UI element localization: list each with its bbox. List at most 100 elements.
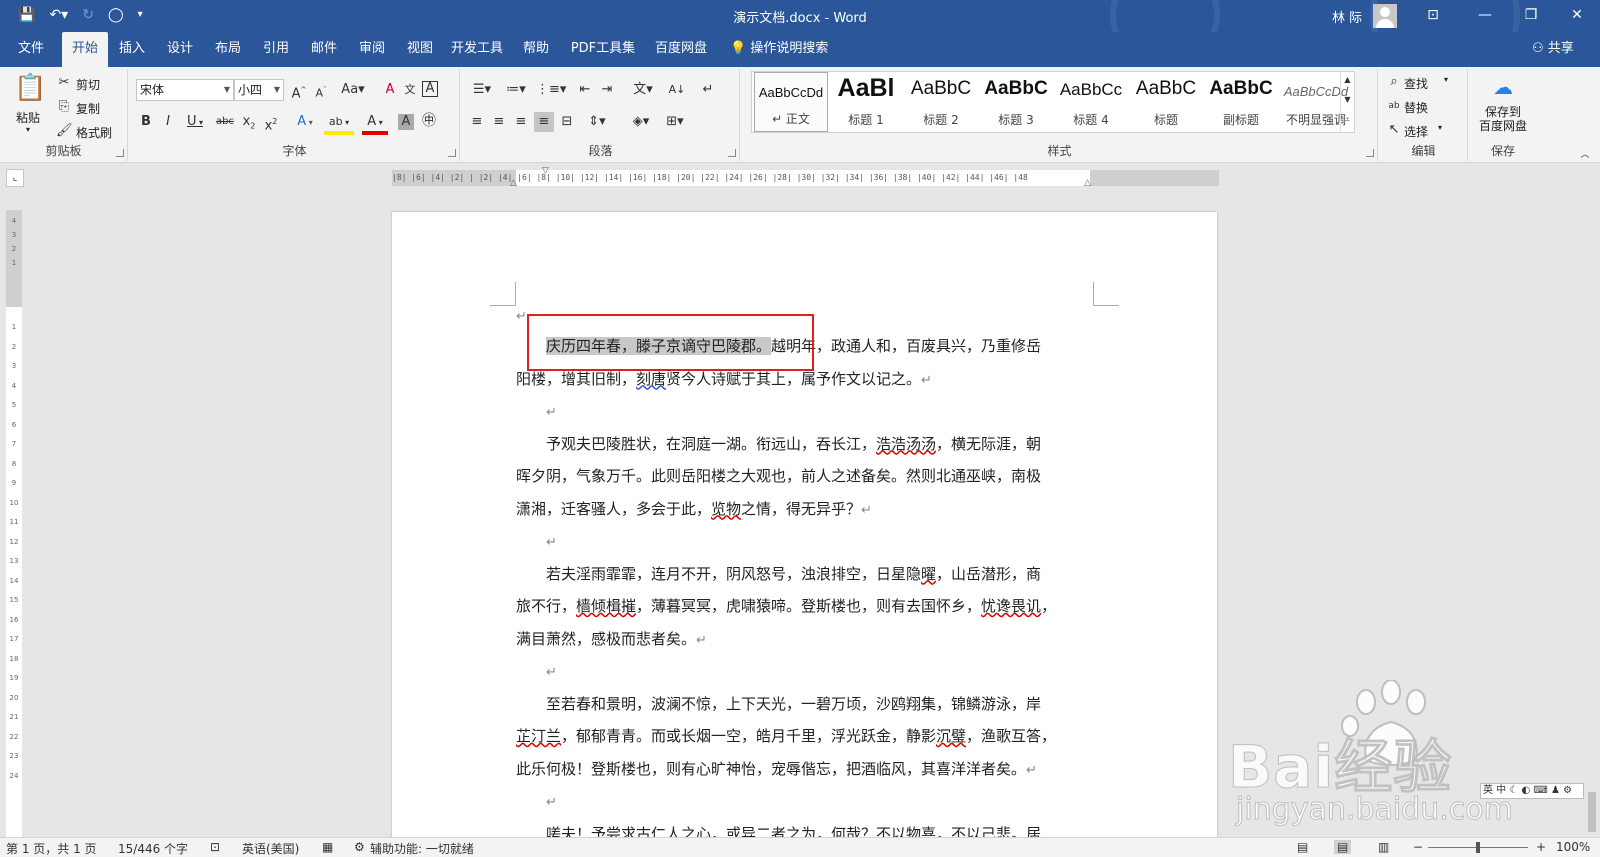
multilevel-list-icon[interactable]: ⋮≡▾: [536, 82, 566, 98]
copy-button[interactable]: 复制: [76, 100, 100, 117]
paste-dropdown-icon[interactable]: ▾: [26, 125, 30, 134]
increase-indent-icon[interactable]: ⇥: [598, 82, 616, 98]
superscript-icon[interactable]: x2: [262, 114, 280, 134]
style-heading-3[interactable]: AaBbC 标题 3: [979, 72, 1053, 132]
spelling-flagged-text[interactable]: 忧谗畏讥: [981, 597, 1041, 615]
zoom-slider-thumb[interactable]: [1476, 842, 1480, 853]
character-border-icon[interactable]: A: [422, 81, 438, 97]
grammar-flagged-text[interactable]: 刻唐: [636, 370, 666, 388]
tab-view[interactable]: 视图: [398, 32, 442, 67]
style-heading-2[interactable]: AaBbC 标题 2: [904, 72, 978, 132]
change-case-icon[interactable]: Aa▾: [340, 82, 366, 98]
clipboard-launcher-icon[interactable]: [116, 149, 124, 157]
tab-references[interactable]: 引用: [254, 32, 298, 67]
show-formatting-icon[interactable]: ↵: [700, 82, 716, 98]
paragraph[interactable]: 若夫淫雨霏霏，连月不开，阴风怒号，浊浪排空，日星隐曜，山岳潜形，商 旅不行，樯倾…: [516, 558, 1098, 688]
tab-home[interactable]: 开始: [62, 32, 108, 67]
ime-toolbar[interactable]: 英 中 ☾ ◐ ⌨ ♟ ⚙: [1480, 783, 1584, 799]
vertical-scrollbar[interactable]: [1584, 192, 1600, 836]
highlight-color-icon[interactable]: ab ▾: [324, 114, 354, 135]
paragraph[interactable]: 至若春和景明，波澜不惊，上下天光，一碧万顷，沙鸥翔集，锦鳞游泳，岸 芷汀兰，郁郁…: [516, 688, 1098, 818]
numbering-icon[interactable]: ≔▾: [502, 82, 530, 98]
gallery-scroll-up-icon[interactable]: ▲: [1340, 72, 1354, 92]
character-shading-icon[interactable]: A: [398, 114, 414, 130]
print-layout-icon[interactable]: ▤: [1334, 840, 1352, 854]
font-name-combo[interactable]: 宋体 ▼: [136, 79, 234, 101]
close-icon[interactable]: ✕: [1554, 0, 1600, 32]
line-spacing-icon[interactable]: ⇕▾: [584, 114, 610, 130]
vertical-ruler[interactable]: 4 3 2 1 1 2 3 4 5 6 7 8 9 10 11 12 13 14…: [6, 210, 22, 840]
proofing-icon[interactable]: ⊡: [210, 840, 220, 854]
paste-icon[interactable]: 📋: [14, 73, 46, 103]
style-subtitle[interactable]: AaBbC 副标题: [1204, 72, 1278, 132]
paragraph-launcher-icon[interactable]: [728, 149, 736, 157]
cut-button[interactable]: 剪切: [76, 76, 100, 93]
accessibility-status[interactable]: 辅助功能: 一切就绪: [370, 840, 474, 857]
find-button[interactable]: 查找: [1404, 75, 1428, 92]
align-left-icon[interactable]: ≡: [468, 114, 486, 130]
first-line-indent-marker[interactable]: ▽: [542, 166, 549, 176]
text-effects-icon[interactable]: A ▾: [292, 114, 318, 131]
format-painter-button[interactable]: 格式刷: [76, 124, 112, 141]
spelling-flagged-text[interactable]: 曜: [921, 565, 936, 583]
zoom-out-icon[interactable]: −: [1413, 840, 1423, 854]
read-mode-icon[interactable]: ▤: [1297, 840, 1308, 854]
spelling-flagged-text[interactable]: 览物: [711, 500, 741, 518]
left-indent-marker[interactable]: △: [510, 178, 517, 188]
ribbon-display-options-icon[interactable]: ⊡: [1410, 0, 1456, 32]
bullets-icon[interactable]: ☰▾: [468, 82, 496, 98]
page-count[interactable]: 第 1 页，共 1 页: [6, 840, 97, 857]
document-page[interactable]: ↵ 庆历四年春，滕子京谪守巴陵郡。越明年，政通人和，百废具兴，乃重修岳 阳楼，增…: [392, 212, 1217, 852]
enclose-characters-icon[interactable]: ㊥: [420, 113, 438, 129]
phonetic-guide-icon[interactable]: 文: [402, 82, 418, 98]
font-launcher-icon[interactable]: [448, 149, 456, 157]
tab-developer[interactable]: 开发工具: [446, 32, 508, 67]
style-title[interactable]: AaBbC 标题: [1129, 72, 1203, 132]
replace-button[interactable]: 替换: [1404, 99, 1428, 116]
spelling-flagged-text[interactable]: 浩浩汤汤: [876, 435, 936, 453]
tab-mailings[interactable]: 邮件: [302, 32, 346, 67]
style-heading-4[interactable]: AaBbCc 标题 4: [1054, 72, 1128, 132]
spelling-flagged-text[interactable]: 樯倾楫摧: [576, 597, 636, 615]
font-color-icon[interactable]: A ▾: [362, 114, 388, 135]
right-indent-marker[interactable]: △: [1084, 178, 1091, 188]
spelling-flagged-text[interactable]: 沉璧: [936, 727, 966, 745]
bold-icon[interactable]: B: [138, 114, 154, 130]
tab-selector-icon[interactable]: ⌞: [6, 169, 24, 187]
zoom-level[interactable]: 100%: [1556, 840, 1590, 854]
tab-layout[interactable]: 布局: [206, 32, 250, 67]
italic-icon[interactable]: I: [160, 114, 176, 130]
tab-insert[interactable]: 插入: [110, 32, 154, 67]
gallery-scroll-down-icon[interactable]: ▼: [1340, 92, 1354, 112]
distributed-icon[interactable]: ⊟: [558, 114, 576, 130]
word-count[interactable]: 15/446 个字: [118, 840, 188, 857]
tab-pdf-tools[interactable]: PDF工具集: [566, 32, 640, 67]
spelling-flagged-text[interactable]: 芷汀兰: [516, 727, 561, 745]
decrease-indent-icon[interactable]: ⇤: [576, 82, 594, 98]
minimize-icon[interactable]: —: [1462, 0, 1508, 32]
share-button[interactable]: ⚇ 共享: [1532, 32, 1574, 67]
strikethrough-icon[interactable]: abc: [214, 114, 236, 130]
style-heading-1[interactable]: AaBl 标题 1: [829, 72, 903, 132]
select-dropdown-icon[interactable]: ▾: [1438, 123, 1442, 132]
accessibility-icon[interactable]: ⚙: [354, 840, 365, 854]
find-dropdown-icon[interactable]: ▾: [1444, 75, 1448, 84]
tab-design[interactable]: 设计: [158, 32, 202, 67]
select-button[interactable]: 选择: [1404, 123, 1428, 140]
avatar[interactable]: [1373, 4, 1397, 28]
shading-icon[interactable]: ◈▾: [628, 114, 654, 130]
tab-file[interactable]: 文件: [6, 32, 56, 67]
macro-record-icon[interactable]: ▦: [322, 840, 333, 854]
language-indicator[interactable]: 英语(美国): [242, 840, 299, 857]
justify-icon[interactable]: ≡: [534, 112, 554, 132]
shrink-font-icon[interactable]: Aˇ: [312, 82, 330, 102]
align-center-icon[interactable]: ≡: [490, 114, 508, 130]
grow-font-icon[interactable]: A^: [290, 82, 308, 102]
sort-icon[interactable]: A↓: [666, 82, 688, 98]
subscript-icon[interactable]: x2: [240, 114, 258, 135]
collapse-ribbon-icon[interactable]: ︿: [1578, 147, 1592, 163]
styles-launcher-icon[interactable]: [1366, 149, 1374, 157]
paragraph[interactable]: 予观夫巴陵胜状，在洞庭一湖。衔远山，吞长江，浩浩汤汤，横无际涯，朝 晖夕阴，气象…: [516, 428, 1098, 558]
horizontal-ruler[interactable]: |8| |6| |4| |2| | |2| |4| |6| |8| |10| |…: [392, 166, 1219, 188]
restore-icon[interactable]: ❐: [1508, 0, 1554, 32]
